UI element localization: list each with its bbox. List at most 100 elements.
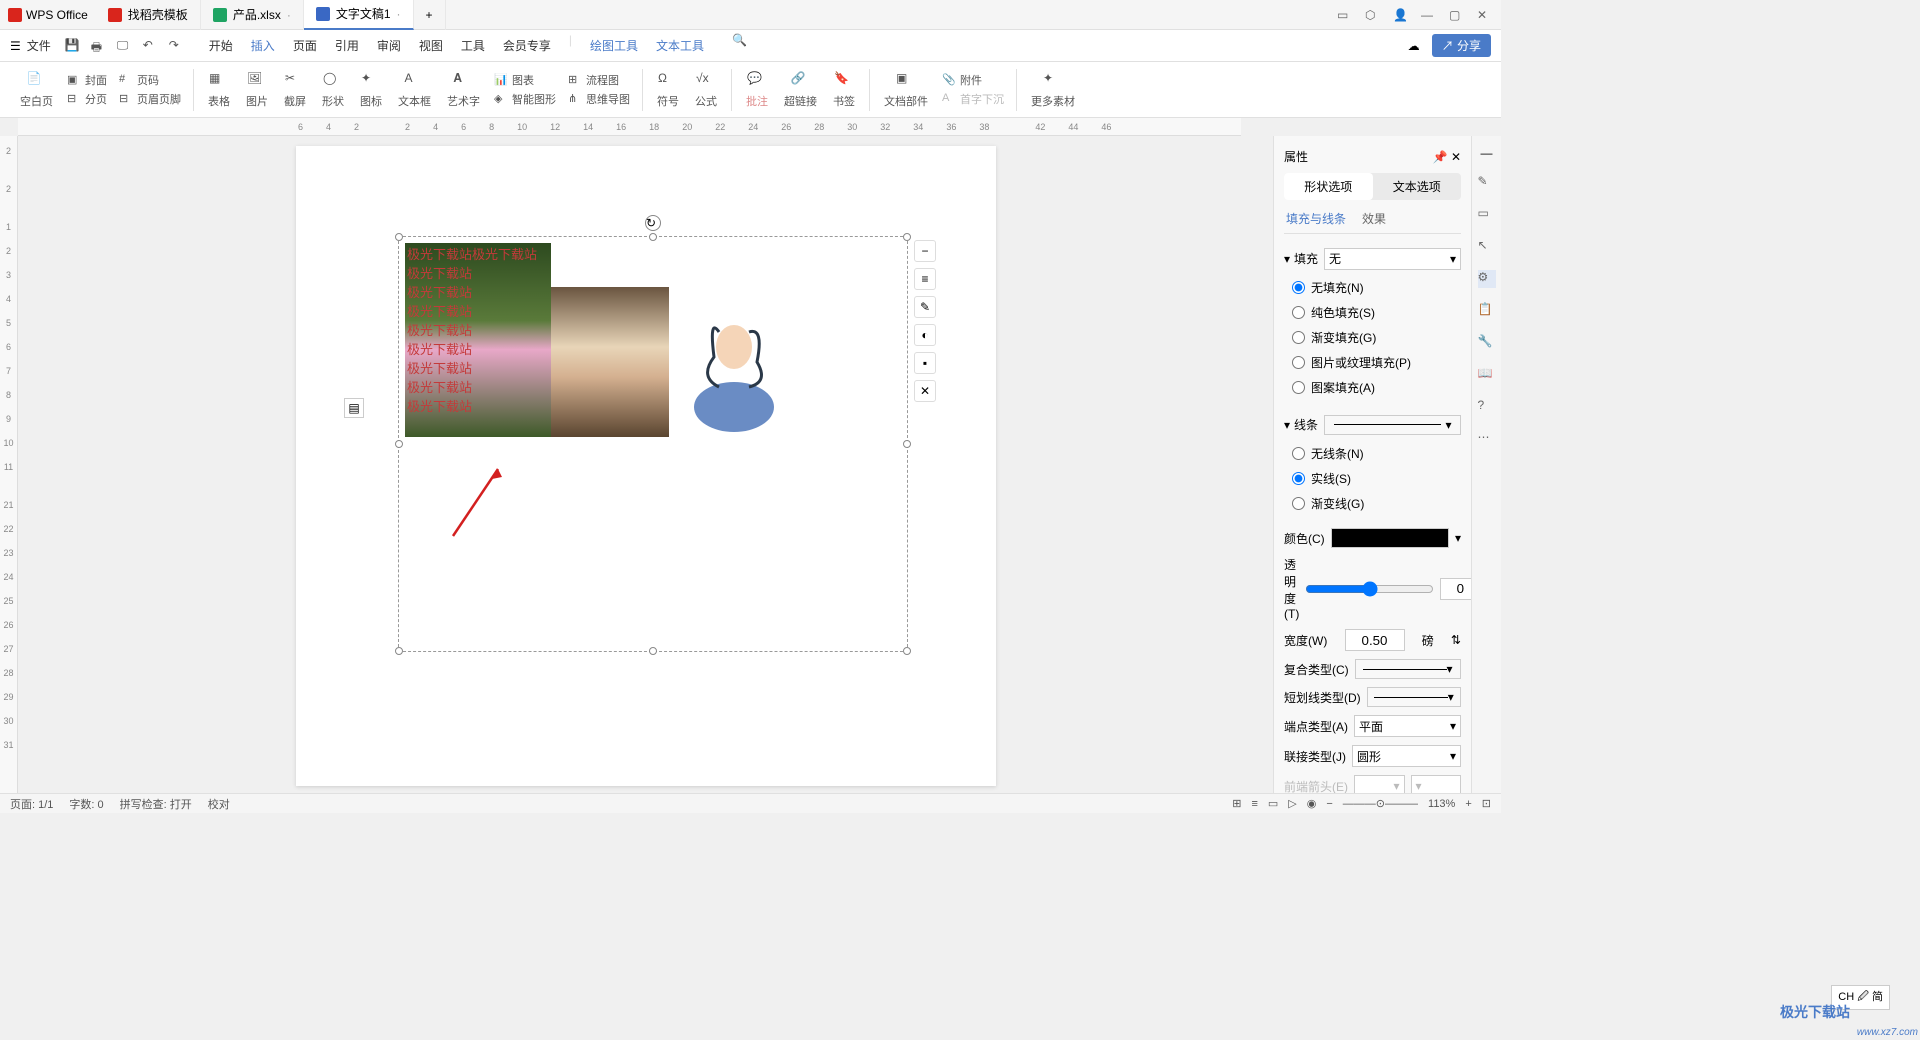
proof-status[interactable]: 校对 [208, 796, 230, 812]
search-icon[interactable]: 🔍 [732, 33, 748, 49]
zoom-in-button[interactable]: + [1465, 798, 1471, 810]
collapse-icon[interactable]: — [1481, 146, 1493, 160]
save-icon[interactable]: 💾 [65, 38, 81, 54]
tab-member[interactable]: 会员专享 [503, 33, 551, 58]
transparency-input[interactable] [1440, 578, 1471, 600]
page-number-button[interactable]: #页码 [119, 72, 181, 88]
fill-line-subtab[interactable]: 填充与线条 [1286, 210, 1346, 227]
tab-close-icon[interactable]: · [287, 8, 291, 22]
no-line-radio[interactable]: 无线条(N) [1292, 441, 1461, 466]
tool-icon[interactable]: 🔧 [1478, 334, 1496, 352]
stepper-icon[interactable]: ⇅ [1451, 633, 1461, 647]
text-options-tab[interactable]: 文本选项 [1373, 173, 1462, 200]
panel-icon[interactable]: ▭ [1337, 8, 1351, 22]
view-outline-icon[interactable]: ≡ [1251, 798, 1257, 810]
icon-button[interactable]: ✦图标 [354, 71, 388, 109]
attachment-button[interactable]: 📎附件 [942, 72, 1004, 88]
rotate-handle-icon[interactable]: ↻ [645, 215, 661, 231]
picture-fill-radio[interactable]: 图片或纹理填充(P) [1292, 350, 1461, 375]
settings-icon[interactable]: ⚙ [1478, 270, 1496, 288]
pattern-fill-radio[interactable]: 图案填充(A) [1292, 375, 1461, 400]
more-icon[interactable]: ⋯ [1478, 430, 1496, 448]
print-icon[interactable]: 🖶 [91, 38, 107, 54]
textbox-selection[interactable]: ↻ 极光下载站极光下载站极光下载站极光下载站极光下载站极光下载站极光下载站极光下… [398, 236, 908, 652]
hamburger-icon[interactable]: ☰ [10, 39, 21, 53]
close-panel-icon[interactable]: ✕ [1451, 150, 1461, 164]
close-icon[interactable]: ✕ [1477, 8, 1491, 22]
gradient-fill-radio[interactable]: 渐变填充(G) [1292, 325, 1461, 350]
compound-select[interactable]: ▾ [1355, 659, 1461, 679]
cloud-icon[interactable]: ☁ [1408, 39, 1420, 53]
book-icon[interactable]: 📖 [1478, 366, 1496, 384]
transparency-slider[interactable] [1305, 581, 1434, 597]
resize-handle[interactable] [395, 647, 403, 655]
user-avatar-icon[interactable]: 👤 [1393, 8, 1407, 22]
pin-icon[interactable]: 📌 [1433, 150, 1448, 164]
help-icon[interactable]: ? [1478, 398, 1496, 416]
flowchart-button[interactable]: ⊞流程图 [568, 72, 630, 88]
zoom-out-icon[interactable]: − [914, 240, 936, 262]
chart-button[interactable]: 📊图表 [494, 72, 556, 88]
image-icon[interactable]: ▪ [914, 352, 936, 374]
wordart-button[interactable]: 𝐀艺术字 [441, 71, 486, 109]
edit-icon[interactable]: ✎ [1478, 174, 1496, 192]
tab-reference[interactable]: 引用 [335, 33, 359, 58]
line-section-toggle[interactable]: ▾ 线条 [1284, 412, 1318, 437]
undo-icon[interactable]: ↶ [143, 38, 159, 54]
resize-handle[interactable] [649, 647, 657, 655]
pen-icon[interactable]: ✎ [914, 296, 936, 318]
clipboard-icon[interactable]: 📋 [1478, 302, 1496, 320]
line-preview[interactable]: ▾ [1324, 415, 1461, 435]
tab-review[interactable]: 审阅 [377, 33, 401, 58]
resize-handle[interactable] [395, 440, 403, 448]
zoom-level[interactable]: 113% [1428, 798, 1455, 810]
gradient-line-radio[interactable]: 渐变线(G) [1292, 491, 1461, 516]
preview-icon[interactable]: 🖵 [117, 38, 133, 54]
dash-select[interactable]: ▾ [1367, 687, 1461, 707]
view-read-icon[interactable]: ▷ [1288, 797, 1296, 810]
doc-parts-button[interactable]: ▣文档部件 [878, 71, 934, 109]
tab-tools[interactable]: 工具 [461, 33, 485, 58]
solid-fill-radio[interactable]: 纯色填充(S) [1292, 300, 1461, 325]
layout-icon[interactable]: ≡ [914, 268, 936, 290]
solid-line-radio[interactable]: 实线(S) [1292, 466, 1461, 491]
comment-button[interactable]: 💬批注 [740, 71, 774, 109]
no-fill-radio[interactable]: 无填充(N) [1292, 275, 1461, 300]
tab-start[interactable]: 开始 [209, 33, 233, 58]
file-menu[interactable]: 文件 [27, 37, 51, 54]
hyperlink-button[interactable]: 🔗超链接 [778, 71, 823, 109]
share-button[interactable]: ↗ 分享 [1432, 34, 1491, 57]
textbox-button[interactable]: A文本框 [392, 71, 437, 109]
header-footer-button[interactable]: ⊟页眉页脚 [119, 91, 181, 107]
cursor-icon[interactable]: ↖ [1478, 238, 1496, 256]
view-print-icon[interactable]: ⊞ [1232, 797, 1241, 810]
cube-icon[interactable]: ⬡ [1365, 8, 1379, 22]
table-button[interactable]: ▦表格 [202, 71, 236, 109]
resize-handle[interactable] [649, 233, 657, 241]
fill-type-select[interactable]: 无▾ [1324, 248, 1461, 270]
resize-handle[interactable] [903, 647, 911, 655]
bookmark-button[interactable]: 🔖书签 [827, 71, 861, 109]
blank-page-button[interactable]: 📄空白页 [14, 71, 59, 109]
symbol-button[interactable]: Ω符号 [651, 71, 685, 109]
resize-handle[interactable] [395, 233, 403, 241]
tab-text-tools[interactable]: 文本工具 [656, 33, 704, 58]
word-count-status[interactable]: 字数: 0 [69, 796, 103, 812]
view-focus-icon[interactable]: ◉ [1307, 797, 1317, 810]
tab-draw-tools[interactable]: 绘图工具 [590, 33, 638, 58]
screenshot-button[interactable]: ✂截屏 [278, 71, 312, 109]
vertical-ruler[interactable]: 2212345678910112122232425262728293031 [0, 136, 18, 793]
paragraph-indicator-icon[interactable]: ▤ [344, 398, 364, 418]
smart-graphic-button[interactable]: ◈智能图形 [494, 91, 556, 107]
shape-options-tab[interactable]: 形状选项 [1284, 173, 1373, 200]
fill-section-toggle[interactable]: ▾ 填充 [1284, 246, 1318, 271]
view-web-icon[interactable]: ▭ [1268, 797, 1278, 810]
page-status[interactable]: 页面: 1/1 [10, 796, 53, 812]
horizontal-ruler[interactable]: 6422468101214161820222426283032343638424… [18, 118, 1241, 136]
more-material-button[interactable]: ✦更多素材 [1025, 71, 1081, 109]
section-button[interactable]: ⊟分页 [67, 91, 107, 107]
select-icon[interactable]: ▭ [1478, 206, 1496, 224]
cover-button[interactable]: ▣封面 [67, 72, 107, 88]
spell-check-status[interactable]: 拼写检查: 打开 [120, 796, 192, 812]
document-canvas[interactable]: ▤ ↻ 极光下载站极光下载站极光下载站极光下载站极光下载站极光下载站极光下载站极… [18, 136, 1273, 793]
